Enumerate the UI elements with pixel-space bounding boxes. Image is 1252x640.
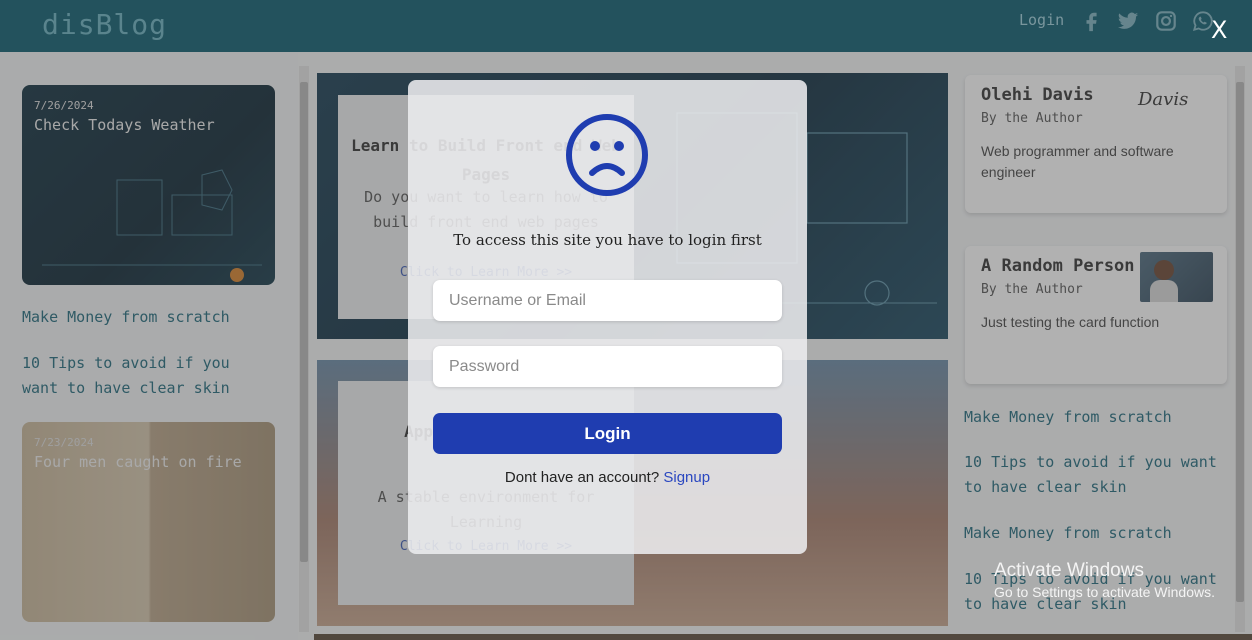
watermark-subtitle: Go to Settings to activate Windows. [994,584,1215,600]
login-button[interactable]: Login [433,413,782,454]
login-modal: To access this site you have to login fi… [408,80,807,554]
signup-prompt-text: Dont have an account? [504,469,660,486]
username-email-input[interactable] [433,280,782,321]
password-input[interactable] [433,346,782,387]
signup-link[interactable]: Signup [663,469,710,486]
sad-face-icon [566,114,648,196]
signup-prompt: Dont have an account? Signup [408,469,807,486]
watermark-title: Activate Windows [994,560,1144,581]
login-required-message: To access this site you have to login fi… [453,231,762,249]
close-modal-button[interactable]: X [1211,16,1227,44]
windows-activation-watermark: Activate Windows Go to Settings to activ… [994,560,1215,600]
